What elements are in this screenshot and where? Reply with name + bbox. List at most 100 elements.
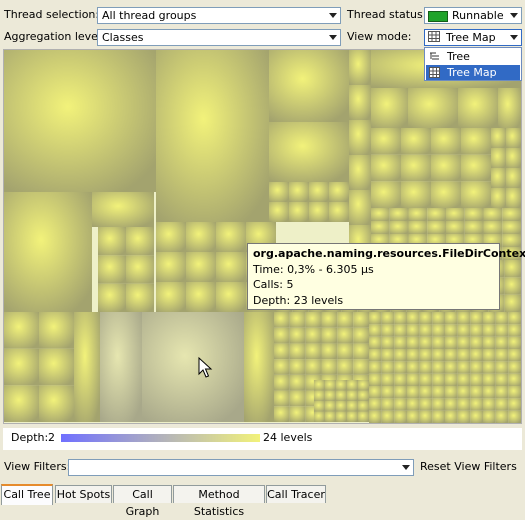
tree-map-cell[interactable]: [445, 373, 458, 386]
tree-map-cell[interactable]: [325, 380, 336, 391]
tree-map-cell[interactable]: [445, 386, 458, 399]
tree-map-cell[interactable]: [508, 336, 521, 349]
tree-map-cell[interactable]: [39, 312, 74, 349]
tree-map-cell[interactable]: [381, 398, 395, 411]
tree-map-cell[interactable]: [457, 386, 471, 399]
tree-map-cell[interactable]: [394, 410, 407, 423]
tree-map-cell[interactable]: [419, 410, 433, 423]
tree-map-cell[interactable]: [321, 343, 338, 360]
tree-map-cell[interactable]: [289, 182, 309, 202]
tree-map-cell[interactable]: [314, 401, 325, 412]
tree-map-cell[interactable]: [457, 349, 471, 362]
tree-map-cell[interactable]: [381, 324, 395, 337]
tree-map-cell[interactable]: [353, 327, 369, 344]
tree-map-cell[interactable]: [369, 361, 382, 374]
tree-map-cell[interactable]: [506, 188, 521, 208]
tree-map-cell[interactable]: [186, 282, 216, 312]
tree-map-cell[interactable]: [142, 312, 244, 422]
tree-map-cell[interactable]: [274, 359, 290, 375]
tree-map-cell[interactable]: [336, 380, 347, 391]
tree-map-cell[interactable]: [491, 168, 506, 188]
tree-map-cell[interactable]: [381, 410, 395, 423]
tree-map-cell[interactable]: [419, 349, 433, 362]
tree-map-cell[interactable]: [432, 361, 445, 374]
tree-map-cell[interactable]: [371, 88, 408, 128]
tree-map-cell[interactable]: [92, 192, 154, 227]
tree-map-cell[interactable]: [502, 208, 521, 221]
tree-map-cell[interactable]: [126, 283, 154, 312]
reset-view-filters-button[interactable]: Reset View Filters: [420, 459, 525, 476]
tree-map-cell[interactable]: [394, 312, 407, 325]
tree-map-cell[interactable]: [431, 128, 461, 155]
tree-map-cell[interactable]: [446, 221, 465, 234]
tree-map-cell[interactable]: [508, 349, 521, 362]
tree-map-cell[interactable]: [483, 208, 503, 221]
tree-map-cell[interactable]: [483, 373, 496, 386]
tree-map-cell[interactable]: [483, 221, 503, 234]
tree-map-cell[interactable]: [464, 221, 484, 234]
tree-map-cell[interactable]: [349, 50, 371, 85]
tree-map-cell[interactable]: [470, 312, 483, 325]
tree-map-cell[interactable]: [289, 327, 306, 344]
tree-map-cell[interactable]: [407, 324, 420, 337]
tree-map-cell[interactable]: [369, 398, 382, 411]
tab-method-statistics[interactable]: Method Statistics: [173, 485, 265, 518]
tree-map-cell[interactable]: [269, 50, 349, 122]
tree-map-cell[interactable]: [483, 410, 496, 423]
tree-map-cell[interactable]: [407, 386, 420, 399]
tree-map-cell[interactable]: [504, 260, 521, 278]
tree-map-cell[interactable]: [274, 312, 290, 328]
tree-map-cell[interactable]: [100, 312, 142, 422]
tree-map-cell[interactable]: [336, 411, 347, 423]
tree-map-cell[interactable]: [432, 336, 445, 349]
tree-map-cell[interactable]: [389, 221, 409, 234]
tree-map-cell[interactable]: [502, 221, 521, 234]
tree-map-cell[interactable]: [269, 182, 289, 202]
tree-map-cell[interactable]: [491, 188, 506, 208]
tree-map-cell[interactable]: [508, 312, 521, 325]
tree-map-cell[interactable]: [419, 324, 433, 337]
tree-map-cell[interactable]: [347, 411, 358, 423]
view-mode-combo[interactable]: Tree Map: [424, 29, 522, 46]
tree-map-cell[interactable]: [470, 336, 483, 349]
tree-map-cell[interactable]: [457, 361, 471, 374]
tree-map-cell[interactable]: [98, 283, 126, 312]
tree-map-cell[interactable]: [216, 282, 246, 312]
tree-map-cell[interactable]: [508, 373, 521, 386]
tree-map-cell[interactable]: [337, 312, 354, 328]
tree-map-cell[interactable]: [358, 390, 369, 402]
tree-map-cell[interactable]: [495, 336, 509, 349]
tree-map-cell[interactable]: [483, 386, 496, 399]
tree-map-cell[interactable]: [483, 361, 496, 374]
tree-map-cell[interactable]: [358, 411, 369, 423]
tree-map-cell[interactable]: [495, 398, 509, 411]
tree-map-cell[interactable]: [508, 324, 521, 337]
tree-map-cell[interactable]: [470, 386, 483, 399]
tree-map-cell[interactable]: [502, 234, 521, 247]
tree-map-cell[interactable]: [483, 398, 496, 411]
tree-map-cell[interactable]: [432, 410, 445, 423]
tree-map-cell[interactable]: [337, 359, 354, 375]
tree-map-cell[interactable]: [336, 401, 347, 412]
tree-map-cell[interactable]: [337, 327, 354, 344]
tree-map-cell[interactable]: [381, 312, 395, 325]
tree-map-cell[interactable]: [244, 312, 274, 422]
tree-map-cell[interactable]: [483, 349, 496, 362]
tree-map-cell[interactable]: [186, 222, 216, 252]
tree-map-cell[interactable]: [98, 227, 126, 256]
tree-map-cell[interactable]: [464, 208, 484, 221]
tree-map-cell[interactable]: [445, 361, 458, 374]
tree-map-cell[interactable]: [329, 182, 349, 202]
tree-map-cell[interactable]: [457, 336, 471, 349]
tree-map-cell[interactable]: [427, 208, 446, 221]
tree-map-cell[interactable]: [98, 255, 126, 284]
tree-map-cell[interactable]: [156, 222, 186, 252]
tree-map-cell[interactable]: [369, 386, 382, 399]
tree-map-cell[interactable]: [491, 148, 506, 168]
tree-map-cell[interactable]: [461, 128, 491, 155]
tree-map-cell[interactable]: [504, 277, 521, 295]
tree-map-cell[interactable]: [483, 324, 496, 337]
tree-map-cell[interactable]: [289, 390, 306, 407]
tree-map-cell[interactable]: [407, 336, 420, 349]
tree-map-cell[interactable]: [289, 312, 306, 328]
